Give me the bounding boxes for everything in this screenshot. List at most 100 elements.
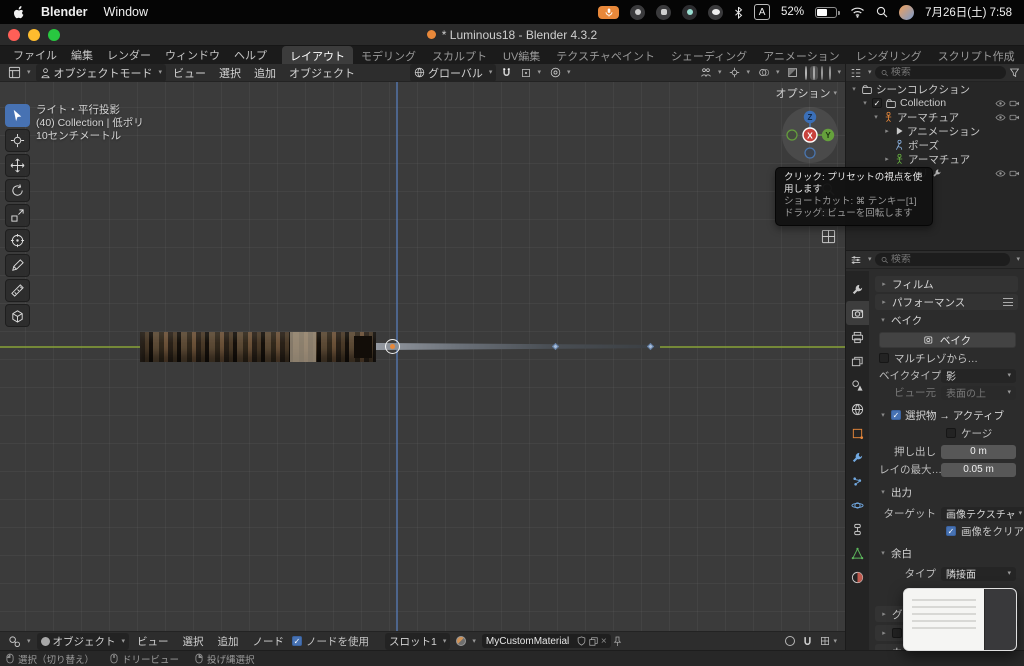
tab-scene[interactable] [846,373,869,397]
shader-type-dropdown[interactable]: オブジェクト ▾ [36,632,130,650]
tab-tool[interactable] [846,277,869,301]
snap-magnet-icon[interactable] [802,636,813,647]
tool-options-dropdown[interactable]: オプション ▾ [775,85,837,101]
properties-search-field[interactable] [874,253,1011,266]
panel-menu-icon[interactable] [1003,298,1013,306]
panel-bake[interactable]: ▾ ベイク [879,312,1016,328]
properties-search-input[interactable] [890,254,1005,265]
outliner-row-pose[interactable]: ポーズ [846,138,1024,152]
tab-physics[interactable] [846,493,869,517]
selected-to-active-subpanel[interactable]: ▾ ✓ 選択物 → アクティブ [879,407,1016,423]
browse-material-dropdown[interactable]: ▾ [452,635,480,647]
viewport-menu-view[interactable]: ビュー [167,64,212,82]
gizmo-z-neg-axis[interactable] [804,147,816,159]
margin-subpanel[interactable]: ▾ 余白 [879,545,1016,561]
tool-measure[interactable] [5,279,30,302]
filter-icon[interactable] [1009,67,1020,78]
workspace-tab-modeling[interactable]: モデリング [353,46,424,64]
bake-button[interactable]: ベイク [879,332,1016,348]
viewport-menu-object[interactable]: オブジェクト [283,64,361,82]
shader-menu-add[interactable]: 追加 [212,633,245,650]
user-avatar-icon[interactable] [899,4,915,20]
gizmo-y-neg-axis[interactable] [786,129,798,141]
menubar-app-name[interactable]: Blender [41,5,88,19]
snap-mode-dropdown[interactable]: ▾ [820,636,837,646]
pin-icon[interactable] [613,636,622,647]
material-slot-dropdown[interactable]: スロット1 ▾ [385,632,451,650]
shading-material-button[interactable] [818,65,826,80]
proportional-edit-toggle[interactable]: ▾ [546,66,575,79]
menu-window[interactable]: ウィンドウ [158,47,227,63]
workspace-tab-shading[interactable]: シェーディング [663,46,755,64]
menubar-window-menu[interactable]: Window [104,5,148,19]
selected-to-active-checkbox[interactable]: ✓ [891,410,901,420]
menubar-status-icon-4[interactable] [708,4,724,20]
tab-material[interactable] [846,565,869,589]
menu-help[interactable]: ヘルプ [227,47,274,63]
outliner-search-field[interactable] [874,66,1006,79]
workspace-tab-layout[interactable]: レイアウト [282,46,353,64]
menu-file[interactable]: ファイル [6,47,64,63]
shader-menu-select[interactable]: 選択 [177,633,210,650]
shader-menu-view[interactable]: ビュー [131,633,175,650]
workspace-tab-animation[interactable]: アニメーション [755,46,848,64]
mode-dropdown[interactable]: オブジェクトモード ▾ [35,63,167,82]
bluetooth-icon[interactable] [734,6,743,19]
tab-object-data[interactable] [846,541,869,565]
tool-move[interactable] [5,154,30,177]
tab-constraints[interactable] [846,517,869,541]
outliner-row-armature-object[interactable]: ▾ アーマチュア [846,110,1024,124]
tool-transform[interactable] [5,229,30,252]
menubar-datetime[interactable]: 7月26日(土) 7:58 [925,4,1012,20]
mic-indicator-icon[interactable] [598,5,620,19]
copy-material-icon[interactable] [589,636,598,646]
camera-visibility-icon[interactable] [1009,99,1020,108]
clear-image-checkbox[interactable]: ✓ 画像をクリア [879,524,1024,538]
snap-toggle-button[interactable] [497,66,516,79]
bake-from-multires-checkbox[interactable]: マルチレゾから… [879,351,1016,365]
viewport-menu-select[interactable]: 選択 [213,64,247,82]
mesh-object-blade[interactable] [376,343,660,350]
tab-object[interactable] [846,421,869,445]
use-nodes-checkbox[interactable]: ✓ ノードを使用 [292,634,369,649]
fake-user-shield-icon[interactable] [577,636,586,646]
editor-type-dropdown[interactable]: ▾ [4,634,35,649]
transform-orientation-dropdown[interactable]: グローバル ▾ [410,63,497,82]
workspace-tab-uv[interactable]: UV編集 [495,46,548,64]
max-ray-value-field[interactable]: 0.05 m [941,462,1016,477]
unlink-material-icon[interactable]: × [601,636,607,647]
tab-particles[interactable] [846,469,869,493]
snap-settings-dropdown[interactable]: ▾ [517,67,545,79]
extrusion-value-field[interactable]: 0 m [941,444,1016,459]
apple-menu-icon[interactable] [12,5,25,20]
object-handle[interactable] [646,342,655,351]
overlays-dropdown[interactable]: ▾ [754,66,784,79]
object-origin-gizmo[interactable] [385,339,400,354]
outliner-row-animation[interactable]: ▸ アニメーション [846,124,1024,138]
eye-icon[interactable] [995,99,1006,108]
collection-checkbox[interactable]: ✓ [872,98,882,108]
outliner-row-collection[interactable]: ▾ ✓ Collection [846,96,1024,110]
workspace-tab-scripting[interactable]: スクリプト作成 [930,46,1023,64]
workspace-tab-sculpt[interactable]: スカルプト [424,46,495,64]
tab-output[interactable] [846,325,869,349]
input-source-icon[interactable]: A [754,4,771,20]
camera-visibility-icon[interactable] [1009,169,1020,178]
panel-performance[interactable]: ▸ パフォーマンス [875,294,1018,310]
material-name-input[interactable] [485,635,574,647]
camera-visibility-icon[interactable] [1009,113,1020,122]
shading-solid-button[interactable] [810,65,819,80]
editor-type-dropdown[interactable]: ▾ [4,65,35,80]
tool-scale[interactable] [5,204,30,227]
panel-film[interactable]: ▸ フィルム [875,276,1018,292]
xray-toggle-button[interactable] [783,66,802,79]
viewport-menu-add[interactable]: 追加 [248,64,282,82]
cage-checkbox[interactable]: ケージ [879,426,1016,440]
target-dropdown[interactable]: 画像テクスチャ ▾ [941,506,1024,521]
workspace-tab-texturepaint[interactable]: テクスチャペイント [548,46,663,64]
outliner-editor-icon[interactable] [850,67,862,79]
viewport-3d[interactable]: ライト・平行投影 (40) Collection | 低ポリ 10センチメートル… [0,82,845,631]
menubar-status-icon-1[interactable] [630,4,646,20]
outliner-row-armature-data[interactable]: ▸ アーマチュア [846,152,1024,166]
view-navigation-gizmo[interactable]: Z Y X [782,107,838,163]
